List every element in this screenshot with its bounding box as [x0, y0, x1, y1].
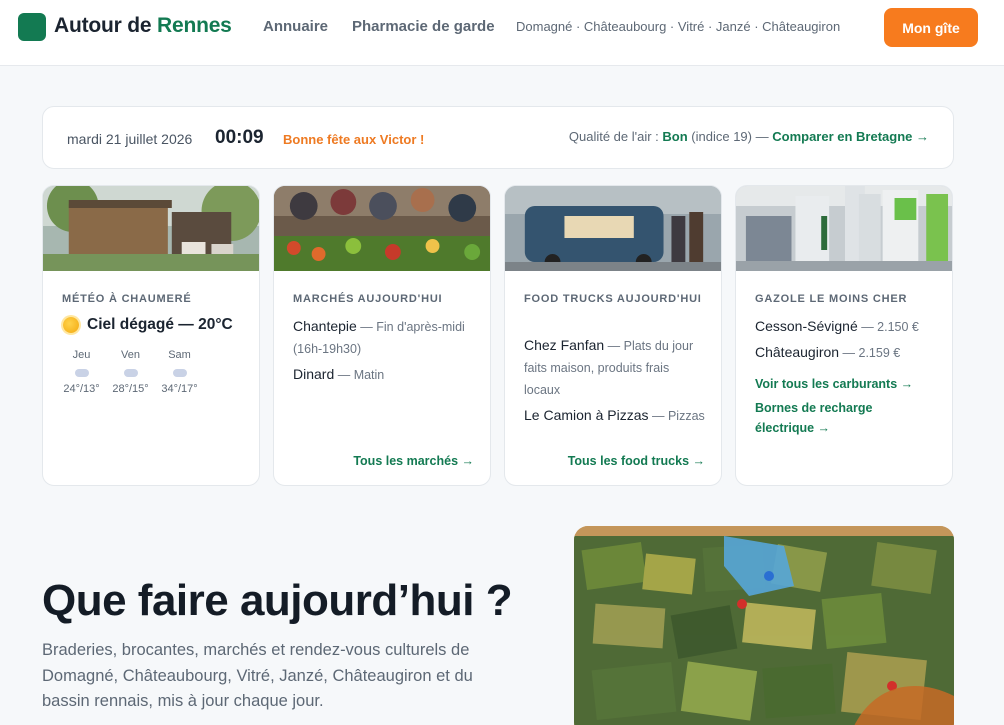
- forecast-day-label: Sam: [168, 349, 191, 361]
- fuel-kicker: Gazole le moins cher: [755, 293, 908, 305]
- forecast-day-label: Ven: [121, 349, 140, 361]
- current-date: mardi 21 juillet 2026: [67, 131, 193, 147]
- list-item[interactable]: Le Camion à Pizzas — Pizzas: [524, 405, 708, 427]
- weather-card: Météo à Chaumeré Ciel dégagé — 20°C Jeu …: [42, 185, 260, 486]
- weather-summary-text: Ciel dégagé — 20°C: [87, 316, 233, 333]
- list-item[interactable]: Chantepie — Fin d'après-midi (16h-19h30): [293, 316, 477, 360]
- list-item[interactable]: Chez Fanfan — Plats du jour faits maison…: [524, 335, 708, 401]
- logo-text-accent: Rennes: [157, 14, 232, 37]
- air-quality: Qualité de l'air : Bon (indice 19) — Com…: [569, 129, 929, 144]
- cloud-icon: [172, 369, 187, 377]
- foodtrucks-card-image: [505, 186, 721, 271]
- markets-kicker: Marchés aujourd'hui: [293, 293, 443, 305]
- list-item[interactable]: Cesson-Sévigné — 2.150 €: [755, 316, 939, 338]
- forecast-day-label: Jeu: [72, 349, 91, 361]
- cloud-icon: [74, 369, 89, 377]
- compare-bretagne-link[interactable]: Comparer en Bretagne →: [772, 129, 929, 144]
- cloud-icon: [123, 369, 138, 377]
- hero-title: Que faire aujourd’hui ?: [42, 576, 513, 625]
- fuel-links: Voir tous les carburants → Bornes de rec…: [755, 374, 939, 438]
- forecast-temp: 34°/17°: [161, 383, 198, 395]
- all-markets-link[interactable]: Tous les marchés →: [353, 454, 474, 468]
- hero-subtitle: Braderies, brocantes, marchés et rendez-…: [42, 641, 473, 710]
- list-item[interactable]: Dinard — Matin: [293, 364, 477, 386]
- all-foodtrucks-link[interactable]: Tous les food trucks →: [568, 454, 705, 468]
- markets-card: Marchés aujourd'hui Chantepie — Fin d'ap…: [273, 185, 491, 486]
- fuel-card-image: [736, 186, 952, 271]
- forecast-day: Jeu 24°/13°: [63, 349, 100, 395]
- weather-card-image: [43, 186, 259, 271]
- sun-icon: [63, 317, 79, 333]
- logo-icon[interactable]: [18, 13, 46, 41]
- market-name: Dinard: [293, 366, 335, 382]
- air-quality-index: (indice 19) —: [687, 129, 773, 144]
- list-item[interactable]: Châteaugiron — 2.159 €: [755, 342, 939, 364]
- charging-stations-link[interactable]: Bornes de recharge électrique →: [755, 398, 905, 438]
- fuel-list: Cesson-Sévigné — 2.150 € Châteaugiron — …: [755, 316, 939, 364]
- weather-kicker: Météo à Chaumeré: [62, 293, 192, 305]
- foodtruck-name: Le Camion à Pizzas: [524, 407, 649, 423]
- foodtruck-name: Chez Fanfan: [524, 337, 605, 353]
- forecast-day: Sam 34°/17°: [161, 349, 198, 395]
- saint-of-day: Bonne fête aux Victor !: [283, 132, 425, 147]
- market-detail: — Matin: [334, 368, 385, 382]
- air-quality-value: Bon: [662, 129, 688, 144]
- air-quality-label: Qualité de l'air :: [568, 129, 663, 144]
- site-logo[interactable]: Autour de Rennes: [54, 14, 232, 38]
- mon-gite-button[interactable]: Mon gîte: [884, 8, 978, 47]
- foodtruck-detail: — Pizzas: [648, 409, 705, 423]
- station-name: Châteaugiron: [755, 344, 840, 360]
- markets-card-image: [274, 186, 490, 271]
- foodtrucks-list: Chez Fanfan — Plats du jour faits maison…: [524, 335, 708, 427]
- site-header: Autour de Rennes Annuaire Pharmacie de g…: [0, 0, 1004, 66]
- info-bar: mardi 21 juillet 2026 00:09 Bonne fête a…: [42, 106, 954, 169]
- forecast-temp: 28°/15°: [112, 383, 149, 395]
- foodtrucks-kicker: Food trucks aujourd'hui: [524, 293, 702, 305]
- markets-list: Chantepie — Fin d'après-midi (16h-19h30)…: [293, 316, 477, 386]
- weather-forecast: Jeu 24°/13° Ven 28°/15° Sam 34°/17°: [63, 349, 198, 395]
- forecast-temp: 24°/13°: [63, 383, 100, 395]
- nav-pharmacie[interactable]: Pharmacie de garde: [352, 18, 495, 35]
- market-name: Chantepie: [293, 318, 357, 334]
- weather-summary: Ciel dégagé — 20°C: [63, 316, 233, 334]
- fuel-card: Gazole le moins cher Cesson-Sévigné — 2.…: [735, 185, 953, 486]
- all-fuels-link[interactable]: Voir tous les carburants →: [755, 374, 939, 394]
- station-price: — 2.159 €: [839, 346, 901, 360]
- station-name: Cesson-Sévigné: [755, 318, 858, 334]
- nav-annuaire[interactable]: Annuaire: [263, 18, 328, 35]
- foodtrucks-card: Food trucks aujourd'hui Chez Fanfan — Pl…: [504, 185, 722, 486]
- hero-map-image: [574, 526, 954, 725]
- station-price: — 2.150 €: [857, 320, 919, 334]
- nav-cities[interactable]: Domagné · Châteaubourg · Vitré · Janzé ·…: [516, 19, 840, 34]
- current-time: 00:09: [215, 127, 264, 148]
- forecast-day: Ven 28°/15°: [112, 349, 149, 395]
- logo-text-primary: Autour de: [54, 14, 157, 37]
